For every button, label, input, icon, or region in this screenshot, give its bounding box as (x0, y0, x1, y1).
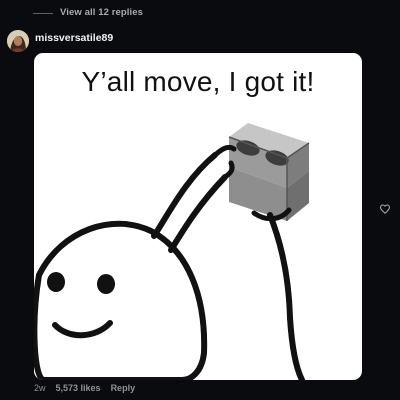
replies-divider-line (33, 13, 53, 14)
comment-timestamp: 2w (34, 383, 46, 393)
meme-caption-text: Y’all move, I got it! (81, 66, 315, 97)
comment-likes-count[interactable]: 5,573 likes (56, 383, 101, 397)
view-all-replies-link[interactable]: View all 12 replies (60, 7, 143, 18)
comment-meta-row: 2w 5,573 likes Reply (34, 383, 135, 397)
reply-button[interactable]: Reply (111, 383, 136, 397)
view-replies-row[interactable]: View all 12 replies (0, 0, 400, 28)
comment-meme-image: Y’all move, I got it! (34, 53, 362, 380)
avatar[interactable] (7, 30, 29, 52)
heart-outline-icon[interactable] (379, 203, 391, 215)
comment-username[interactable]: missversatile89 (35, 32, 113, 44)
avatar-image (7, 30, 29, 52)
meme-illustration (34, 123, 310, 380)
